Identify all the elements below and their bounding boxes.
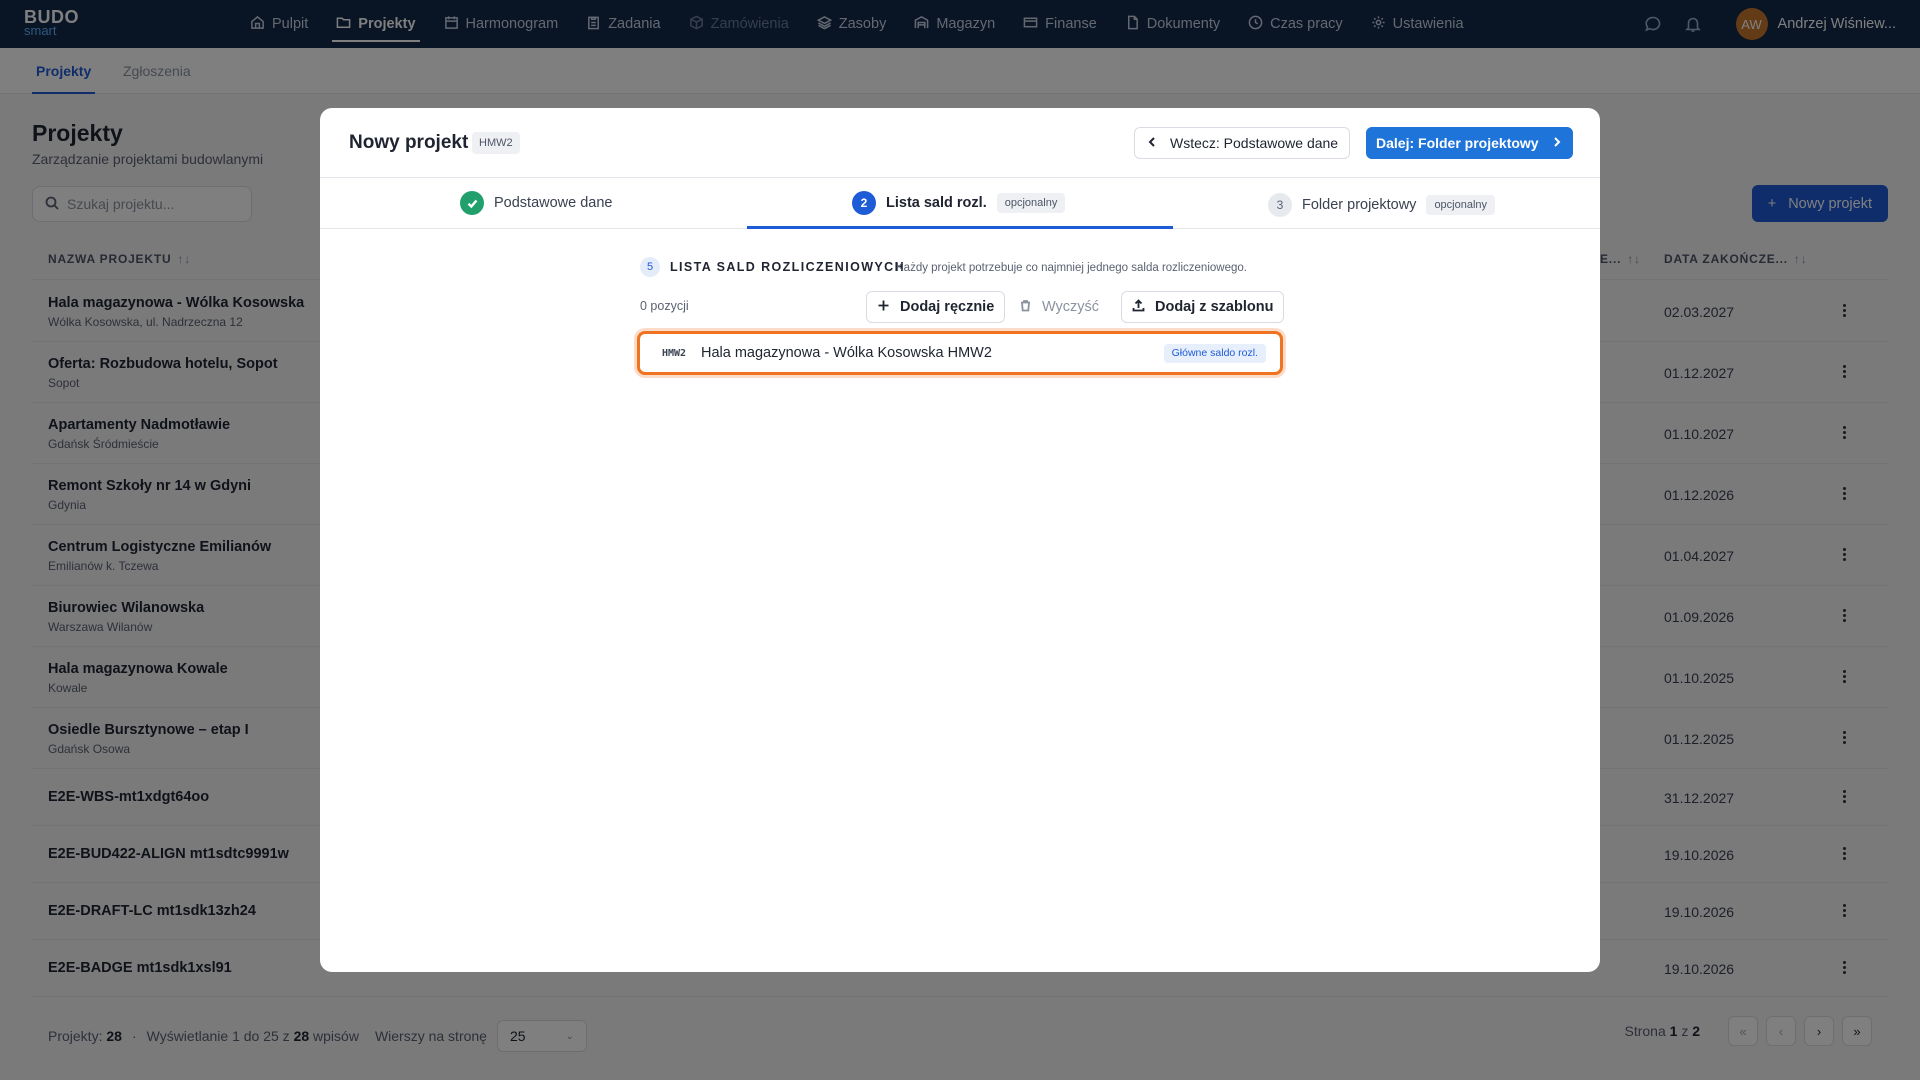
modal-title: Nowy projekt (349, 132, 469, 153)
step-number: 2 (852, 191, 876, 215)
item-name: Hala magazynowa - Wólka Kosowska HMW2 (701, 345, 992, 361)
add-manual-label: Dodaj ręcznie (900, 299, 995, 315)
section-hint: Każdy projekt potrzebuje co najmniej jed… (896, 262, 1247, 274)
upload-icon (1132, 298, 1145, 316)
add-manual-button[interactable]: Dodaj ręcznie (866, 291, 1006, 323)
step-label: Folder projektowy (1302, 197, 1417, 213)
chevron-left-icon (1146, 135, 1158, 151)
settlement-list-item[interactable]: HMW2 Hala magazynowa - Wólka Kosowska HM… (637, 331, 1283, 375)
step-project-folder[interactable]: 3 Folder projektowy opcjonalny (1268, 180, 1496, 230)
step-number: 3 (1268, 193, 1292, 217)
items-count: 0 pozycji (640, 299, 689, 313)
main-settlement-badge: Główne saldo rozl. (1163, 343, 1266, 363)
new-project-modal: Nowy projekt HMW2 Wstecz: Podstawowe dan… (320, 108, 1600, 972)
next-button-label: Dalej: Folder projektowy (1376, 135, 1539, 151)
active-step-indicator (747, 226, 1173, 229)
optional-badge: opcjonalny (1426, 195, 1496, 215)
step-settlement-list[interactable]: 2 Lista sald rozl. opcjonalny (852, 178, 1066, 228)
add-from-template-label: Dodaj z szablonu (1155, 299, 1274, 315)
step-label: Podstawowe dane (494, 195, 613, 211)
clear-button[interactable]: Wyczyść (1008, 291, 1111, 323)
trash-icon (1019, 299, 1032, 316)
section-count-badge: 5 (640, 257, 660, 277)
back-button[interactable]: Wstecz: Podstawowe dane (1134, 127, 1351, 159)
item-code: HMW2 (662, 347, 687, 359)
plus-icon (877, 299, 890, 316)
back-button-label: Wstecz: Podstawowe dane (1170, 135, 1339, 151)
optional-badge: opcjonalny (996, 193, 1066, 213)
check-icon (460, 191, 484, 215)
step-label: Lista sald rozl. (886, 195, 987, 211)
chevron-right-icon (1551, 135, 1563, 151)
next-button[interactable]: Dalej: Folder projektowy (1366, 127, 1573, 159)
clear-label: Wyczyść (1042, 299, 1100, 315)
step-basic-data[interactable]: Podstawowe dane (460, 178, 613, 228)
section-title: LISTA SALD ROZLICZENIOWYCH (670, 260, 905, 274)
project-code-badge: HMW2 (472, 132, 520, 154)
add-from-template-button[interactable]: Dodaj z szablonu (1121, 291, 1285, 323)
wizard-steps: Podstawowe dane 2 Lista sald rozl. opcjo… (320, 177, 1600, 229)
